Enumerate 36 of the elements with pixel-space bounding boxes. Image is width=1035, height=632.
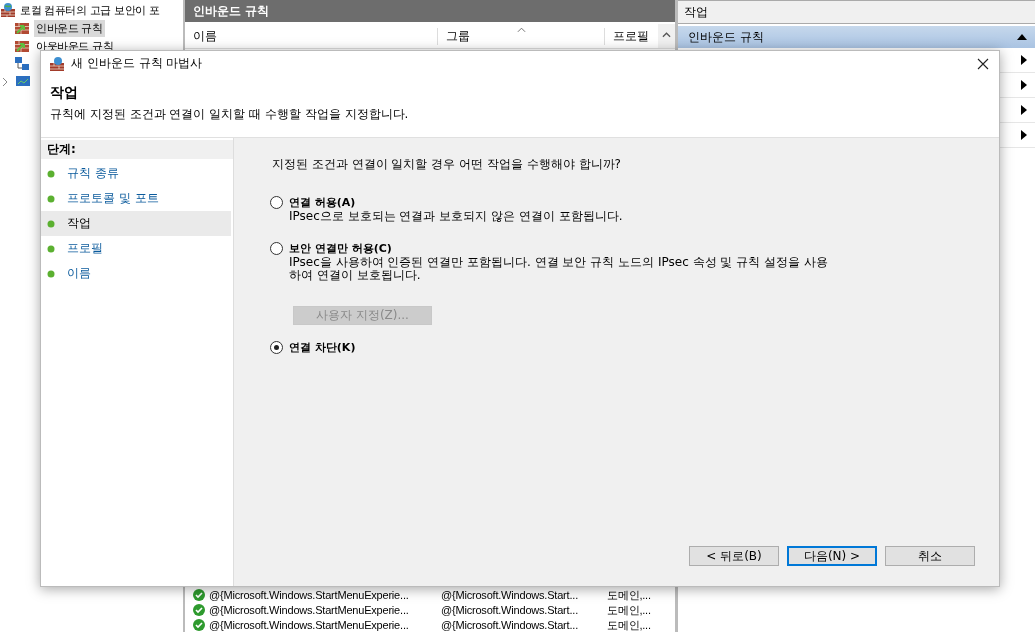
page-heading: 작업 [50, 84, 79, 102]
steps-header: 단계: [41, 140, 233, 159]
table-cell-text: @{Microsoft.Windows.StartMenuExperie... [209, 602, 410, 617]
step-link[interactable]: 프로필 [67, 240, 103, 257]
question-text: 지정된 조건과 연결이 일치할 경우 어떤 작업을 수행해야 합니까? [272, 156, 622, 173]
step-link[interactable]: 프로토콜 및 포트 [67, 190, 159, 207]
column-header[interactable]: 이름 [185, 27, 438, 45]
tree-item[interactable]: 로컬 컴퓨터의 고급 보안이 포 [18, 1, 162, 19]
wizard-button[interactable]: 취소 [885, 546, 975, 566]
option-label[interactable]: 연결 허용(A) [289, 195, 356, 210]
option-label[interactable]: 보안 연결만 허용(C) [289, 241, 392, 256]
window-title: 새 인바운드 규칙 마법사 [71, 55, 203, 72]
section-title: 인바운드 규칙 [688, 28, 764, 46]
table-cell-text: @{Microsoft.Windows.Start... [441, 587, 579, 602]
option-label[interactable]: 연결 차단(K) [289, 340, 356, 355]
table-cell-text: @{Microsoft.Windows.StartMenuExperie... [209, 587, 410, 602]
column-header[interactable]: 그룹 [438, 27, 605, 45]
step-link[interactable]: 이름 [67, 265, 91, 282]
table-cell-text: @{Microsoft.Windows.Start... [441, 617, 579, 632]
table-cell-text: @{Microsoft.Windows.StartMenuExperie... [209, 617, 410, 632]
column-header[interactable]: 프로필 [605, 27, 649, 45]
table-cell-text: 도메인,... [607, 617, 652, 632]
panel-header: 작업 [678, 0, 1035, 24]
tree-item[interactable]: 인바운드 규칙 [34, 19, 105, 37]
table-cell-text: 도메인,... [607, 587, 652, 602]
table-cell-text: @{Microsoft.Windows.Start... [441, 602, 579, 617]
wizard-button[interactable]: < 뒤로(B) [689, 546, 779, 566]
table-cell-text: 도메인,... [607, 602, 652, 617]
actions-section-header[interactable]: 인바운드 규칙 [678, 26, 1035, 48]
panel-header: 인바운드 규칙 [185, 0, 675, 22]
page-description: 규칙에 지정된 조건과 연결이 일치할 때 수행할 작업을 지정합니다. [50, 106, 410, 123]
option-description: IPsec을 사용하여 인증된 연결만 포함됩니다. 연결 보안 규칙 노드의 IPsec 속성 및 규칙 설정을 사용하여 연결이 보호됩니다. [289, 256, 829, 282]
wizard-button[interactable]: 다음(N) > [787, 546, 877, 566]
step-link[interactable]: 규칙 종류 [67, 165, 119, 182]
option-description: IPsec으로 보호되는 연결과 보호되지 않은 연결이 포함됩니다. [289, 210, 624, 223]
step-link[interactable]: 작업 [67, 215, 91, 232]
